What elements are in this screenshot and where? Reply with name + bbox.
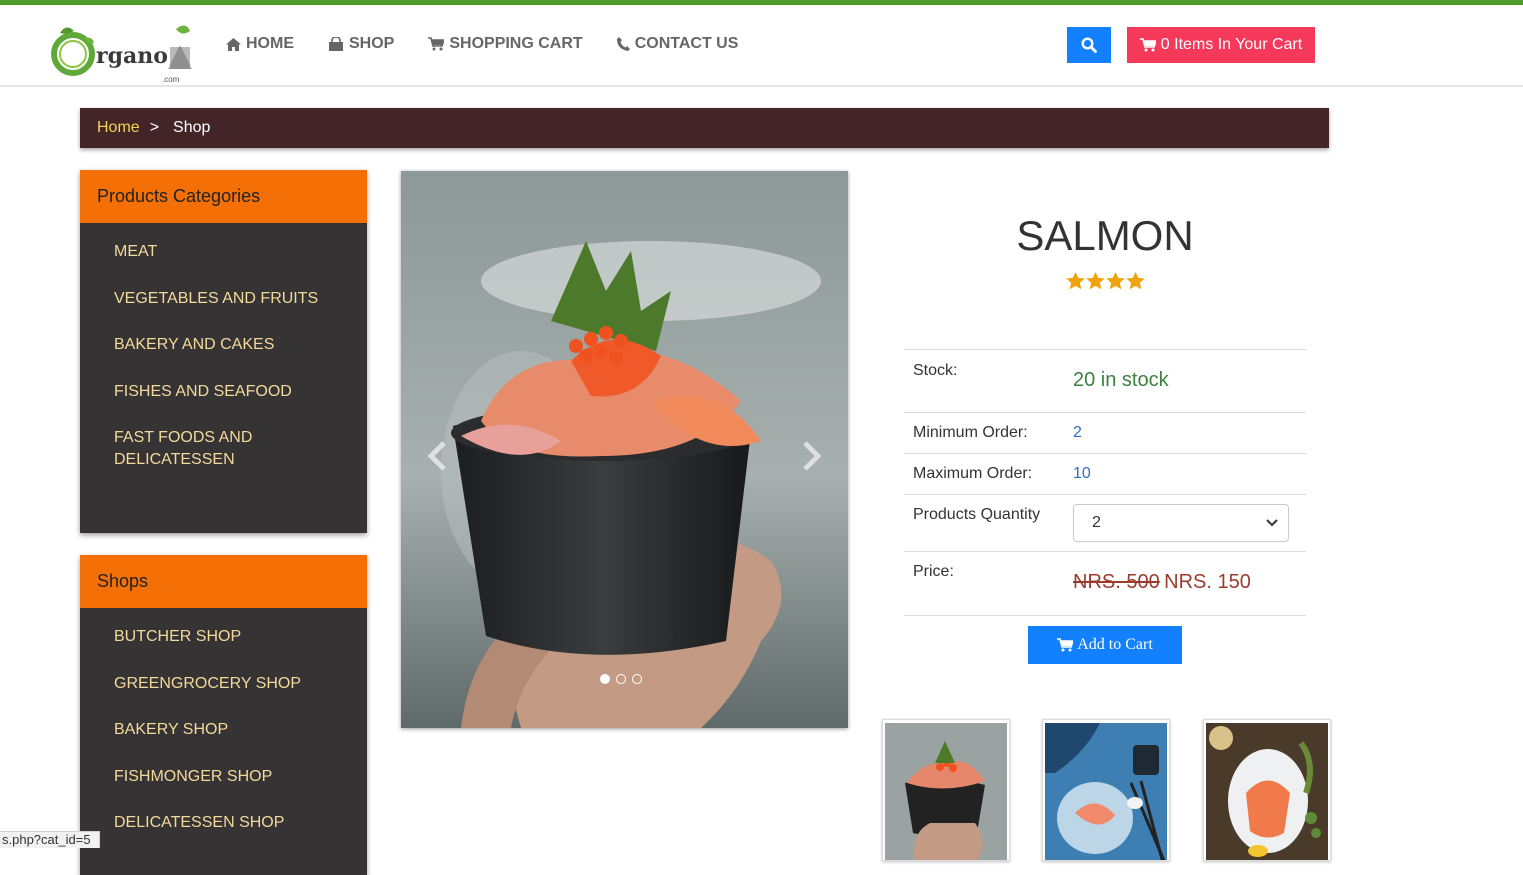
price-discounted: NRS. 150 xyxy=(1164,571,1251,593)
price-label: Price: xyxy=(904,551,1072,616)
category-item-bakery[interactable]: BAKERY AND CAKES xyxy=(114,334,347,356)
nav-contact-label: CONTACT US xyxy=(634,35,739,52)
cart-summary-label: 0 Items In Your Cart xyxy=(1160,36,1303,53)
main-nav: HOME SHOP SHOPPING CART CONTACT US xyxy=(226,35,738,53)
product-thumbnail[interactable] xyxy=(1042,719,1170,861)
stock-label: Stock: xyxy=(904,349,1072,413)
breadcrumb: Home > Shop xyxy=(80,108,1329,148)
cart-icon xyxy=(428,37,445,51)
breadcrumb-home[interactable]: Home xyxy=(97,119,140,137)
nav-shop-label: SHOP xyxy=(349,35,395,52)
star-icon xyxy=(1126,272,1145,290)
category-item-fast-foods[interactable]: FAST FOODS AND DELICATESSEN xyxy=(114,427,347,471)
shop-item-butcher[interactable]: BUTCHER SHOP xyxy=(114,626,347,648)
product-info-table: Stock: 20 in stock Minimum Order: 2 Maxi… xyxy=(904,349,1306,616)
thumbnail-image xyxy=(1045,723,1167,860)
product-thumbnail[interactable] xyxy=(1203,719,1331,861)
thumbnail-image xyxy=(885,723,1007,860)
home-icon xyxy=(226,37,241,51)
stock-row: Stock: 20 in stock xyxy=(904,349,1306,413)
shops-panel: Shops BUTCHER SHOP GREENGROCERY SHOP BAK… xyxy=(80,555,367,875)
logo-text: rgano xyxy=(96,43,168,69)
product-rating xyxy=(1066,272,1145,290)
quantity-row: Products Quantity 2 xyxy=(904,494,1306,552)
star-icon xyxy=(1066,272,1085,290)
cart-icon xyxy=(1057,638,1074,652)
price-wrap: NRS. 500 NRS. 150 xyxy=(1073,571,1251,594)
nav-home[interactable]: HOME xyxy=(226,35,294,53)
quantity-selected-value: 2 xyxy=(1092,514,1101,531)
add-to-cart-label: Add to Cart xyxy=(1077,636,1153,653)
cart-icon xyxy=(1139,38,1156,52)
star-icon xyxy=(1106,272,1125,290)
quantity-label: Products Quantity xyxy=(904,494,1072,552)
shops-title: Shops xyxy=(80,555,367,608)
max-order-row: Maximum Order: 10 xyxy=(904,453,1306,495)
phone-icon xyxy=(616,37,630,51)
carousel-next-button[interactable] xyxy=(800,441,822,476)
price-row: Price: NRS. 500 NRS. 150 xyxy=(904,551,1306,616)
categories-list: MEAT VEGETABLES AND FRUITS BAKERY AND CA… xyxy=(80,223,367,471)
nav-shopping-cart[interactable]: SHOPPING CART xyxy=(428,35,583,53)
nav-shop[interactable]: SHOP xyxy=(328,35,394,53)
category-item-fishes[interactable]: FISHES AND SEAFOOD xyxy=(114,381,347,403)
chevron-right-icon xyxy=(803,441,822,471)
search-icon xyxy=(1081,37,1097,53)
add-to-cart-button[interactable]: Add to Cart xyxy=(1028,626,1182,664)
chevron-down-icon xyxy=(1266,519,1278,527)
stock-value: 20 in stock xyxy=(1073,369,1169,391)
chevron-left-icon xyxy=(427,441,446,471)
carousel-indicator[interactable] xyxy=(632,674,642,684)
product-main-image xyxy=(401,171,848,728)
quantity-select[interactable]: 2 xyxy=(1073,504,1289,542)
nav-home-label: HOME xyxy=(246,35,294,52)
site-logo[interactable]: rgano .com xyxy=(48,19,194,85)
max-order-label: Maximum Order: xyxy=(904,453,1072,495)
status-bar-url: s.php?cat_id=5 xyxy=(0,831,100,848)
shopping-bag-icon xyxy=(329,37,343,51)
min-order-label: Minimum Order: xyxy=(904,412,1072,454)
categories-title: Products Categories xyxy=(80,170,367,223)
product-image-carousel[interactable] xyxy=(401,171,848,728)
nav-contact[interactable]: CONTACT US xyxy=(616,35,739,53)
cart-summary-button[interactable]: 0 Items In Your Cart xyxy=(1127,27,1315,63)
carousel-indicators xyxy=(600,674,642,684)
thumbnail-image xyxy=(1206,723,1328,860)
max-order-value: 10 xyxy=(1072,453,1306,495)
carousel-prev-button[interactable] xyxy=(427,441,449,476)
shop-item-fishmonger[interactable]: FISHMONGER SHOP xyxy=(114,766,347,788)
carousel-indicator[interactable] xyxy=(600,674,610,684)
shops-list: BUTCHER SHOP GREENGROCERY SHOP BAKERY SH… xyxy=(80,608,367,834)
carousel-indicator[interactable] xyxy=(616,674,626,684)
shop-item-bakery[interactable]: BAKERY SHOP xyxy=(114,719,347,741)
category-item-meat[interactable]: MEAT xyxy=(114,241,347,263)
search-button[interactable] xyxy=(1067,27,1111,63)
shop-item-delicatessen[interactable]: DELICATESSEN SHOP xyxy=(114,812,347,834)
product-title: SALMON xyxy=(1016,212,1194,259)
logo-suffix: .com xyxy=(162,75,180,84)
min-order-value: 2 xyxy=(1072,412,1306,454)
category-item-vegetables[interactable]: VEGETABLES AND FRUITS xyxy=(114,288,347,310)
star-icon xyxy=(1086,272,1105,290)
site-header: rgano .com HOME SHOP SHOPPING CART CONTA… xyxy=(0,5,1523,87)
nav-shopping-cart-label: SHOPPING CART xyxy=(449,35,583,52)
categories-panel: Products Categories MEAT VEGETABLES AND … xyxy=(80,170,367,533)
min-order-row: Minimum Order: 2 xyxy=(904,412,1306,454)
breadcrumb-separator: > xyxy=(149,119,160,136)
price-original: NRS. 500 xyxy=(1073,571,1160,593)
breadcrumb-current: Shop xyxy=(173,119,211,136)
product-thumbnail[interactable] xyxy=(882,719,1010,861)
shop-item-greengrocery[interactable]: GREENGROCERY SHOP xyxy=(114,673,347,695)
